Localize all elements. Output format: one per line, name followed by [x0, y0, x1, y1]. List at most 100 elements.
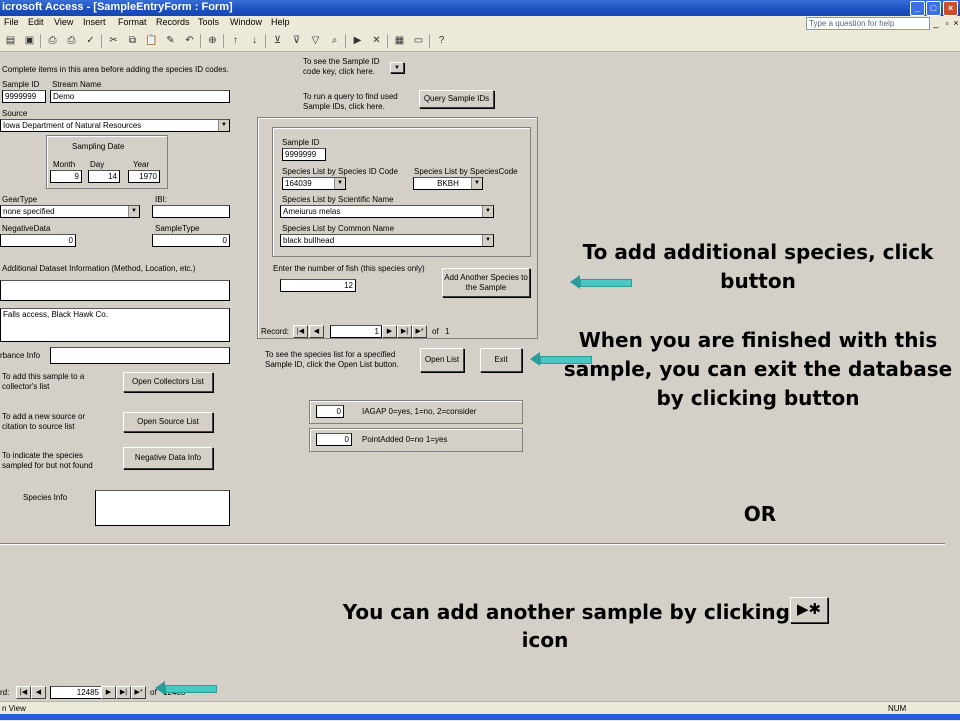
- year-field[interactable]: 1970: [128, 170, 160, 183]
- next-record-icon[interactable]: ▶: [382, 325, 397, 338]
- common-name-value: black bullhead: [283, 236, 335, 245]
- new-record-icon[interactable]: ▶: [351, 34, 364, 47]
- prev-record-icon[interactable]: ◀: [309, 325, 324, 338]
- menu-tools[interactable]: Tools: [198, 17, 219, 27]
- main-new-record-icon[interactable]: ▶*: [131, 686, 146, 699]
- minimize-icon[interactable]: _: [910, 1, 925, 16]
- month-field[interactable]: 9: [50, 170, 82, 183]
- toolbar: ▤ ▣ ⎙ ⎙ ✓ ✂ ⧉ 📋 ✎ ↶ ⊕ ↑ ↓ ⊻ ⊽ ▽ ⌕ ▶ ✕ ▦ ▭?: [0, 31, 960, 52]
- new-object-icon[interactable]: ▭: [412, 34, 425, 47]
- main-prev-record-icon[interactable]: ◀: [31, 686, 46, 699]
- dropdown-arrow-icon[interactable]: ▼: [482, 235, 493, 246]
- doc-close-icon[interactable]: ×: [951, 18, 960, 28]
- sort-descending-icon[interactable]: ↓: [248, 34, 261, 47]
- help-search-input[interactable]: Type a question for help: [806, 17, 930, 30]
- num-lock-indicator: NUM: [888, 704, 907, 713]
- query-sample-ids-button[interactable]: Query Sample IDs: [419, 90, 494, 108]
- dropdown-arrow-icon[interactable]: ▼: [482, 206, 493, 217]
- last-record-icon[interactable]: ▶|: [397, 325, 412, 338]
- sub-sample-id-field[interactable]: 9999999: [282, 148, 326, 161]
- menu-view[interactable]: View: [54, 17, 73, 27]
- gear-type-dropdown[interactable]: none specified ▼: [0, 205, 140, 218]
- menu-insert[interactable]: Insert: [83, 17, 106, 27]
- open-source-button[interactable]: Open Source List: [123, 412, 213, 432]
- filter-by-form-icon[interactable]: ⊽: [290, 34, 303, 47]
- location-field[interactable]: Falls access, Black Hawk Co.: [0, 308, 230, 342]
- close-icon[interactable]: ×: [943, 1, 958, 16]
- ibi-field[interactable]: [152, 205, 230, 218]
- add-sample-annotation: You can add another sample by clicking: [342, 600, 790, 624]
- format-painter-icon[interactable]: ✎: [164, 34, 177, 47]
- sub-sample-id-label: Sample ID: [282, 138, 320, 147]
- stream-name-field[interactable]: Demo: [50, 90, 230, 103]
- main-first-record-icon[interactable]: |◀: [16, 686, 31, 699]
- additional-info-field[interactable]: [0, 280, 230, 301]
- doc-minimize-icon[interactable]: _: [931, 18, 941, 28]
- sample-type-field[interactable]: 0: [152, 234, 230, 247]
- menu-format[interactable]: Format: [118, 17, 147, 27]
- copy-icon[interactable]: ⧉: [126, 34, 139, 47]
- menu-records[interactable]: Records: [156, 17, 190, 27]
- undo-icon[interactable]: ↶: [183, 34, 196, 47]
- apply-filter-icon[interactable]: ▽: [309, 34, 322, 47]
- exit-button[interactable]: Exit: [480, 348, 522, 372]
- toolbar-separator: [345, 34, 346, 48]
- paste-icon[interactable]: 📋: [145, 34, 158, 47]
- maximize-icon[interactable]: □: [926, 1, 941, 16]
- hyperlink-icon[interactable]: ⊕: [206, 34, 219, 47]
- menu-file[interactable]: File: [4, 17, 19, 27]
- sub-record-label: Record:: [261, 327, 290, 336]
- sort-ascending-icon[interactable]: ↑: [229, 34, 242, 47]
- menu-help[interactable]: Help: [271, 17, 290, 27]
- point-added-field[interactable]: 0: [316, 433, 352, 446]
- month-label: Month: [53, 160, 76, 169]
- first-record-icon[interactable]: |◀: [293, 325, 308, 338]
- iagap-field[interactable]: 0: [316, 405, 344, 418]
- day-field[interactable]: 14: [88, 170, 120, 183]
- database-window-icon[interactable]: ▦: [393, 34, 406, 47]
- toolbar-separator: [40, 34, 41, 48]
- source-dropdown[interactable]: Iowa Department of Natural Resources ▼: [0, 119, 230, 132]
- menu-window[interactable]: Window: [230, 17, 262, 27]
- filter-by-selection-icon[interactable]: ⊻: [271, 34, 284, 47]
- sample-key-dropdown[interactable]: ▼: [390, 62, 404, 73]
- fish-count-field[interactable]: 12: [280, 279, 356, 292]
- species-id-dropdown[interactable]: 164039 ▼: [282, 177, 346, 190]
- spelling-icon[interactable]: ✓: [84, 34, 97, 47]
- dropdown-arrow-icon[interactable]: ▼: [471, 178, 482, 189]
- main-next-record-icon[interactable]: ▶: [101, 686, 116, 699]
- sub-of-label: of: [432, 327, 439, 336]
- find-icon[interactable]: ⌕: [328, 34, 341, 47]
- print-preview-icon[interactable]: ⎙: [46, 34, 59, 47]
- open-list-button[interactable]: Open List: [420, 348, 464, 372]
- cut-icon[interactable]: ✂: [107, 34, 120, 47]
- negative-data-field[interactable]: 0: [0, 234, 76, 247]
- gear-type-label: GearType: [2, 195, 38, 204]
- menu-edit[interactable]: Edit: [28, 17, 44, 27]
- sample-id-field[interactable]: 9999999: [2, 90, 46, 103]
- add-species-button[interactable]: Add Another Species to the Sample: [442, 268, 530, 297]
- dropdown-arrow-icon[interactable]: ▼: [218, 120, 229, 131]
- help-icon[interactable]: ?: [435, 34, 448, 47]
- negative-data-button[interactable]: Negative Data Info: [123, 447, 213, 469]
- print-icon[interactable]: ⎙: [65, 34, 78, 47]
- open-collectors-button[interactable]: Open Collectors List: [123, 372, 213, 392]
- disturbance-field[interactable]: [50, 347, 230, 364]
- common-name-dropdown[interactable]: black bullhead ▼: [280, 234, 494, 247]
- save-icon[interactable]: ▣: [23, 34, 36, 47]
- view-icon[interactable]: ▤: [4, 34, 17, 47]
- delete-record-icon[interactable]: ✕: [370, 34, 383, 47]
- form-divider: [0, 543, 945, 545]
- scientific-name-dropdown[interactable]: Ameiurus melas ▼: [280, 205, 494, 218]
- new-record-icon[interactable]: ▶*: [412, 325, 427, 338]
- species-code-dropdown[interactable]: BKBH ▼: [413, 177, 483, 190]
- dropdown-arrow-icon[interactable]: ▼: [128, 206, 139, 217]
- dropdown-arrow-icon[interactable]: ▼: [334, 178, 345, 189]
- sample-key-text: To see the Sample ID code key, click her…: [303, 57, 380, 76]
- open-list-text: To see the species list for a specified …: [265, 350, 399, 369]
- species-info-field[interactable]: [95, 490, 230, 526]
- sub-record-number[interactable]: 1: [330, 325, 382, 338]
- main-record-number[interactable]: 12485: [50, 686, 102, 699]
- new-sample-arrow: [165, 685, 217, 693]
- main-last-record-icon[interactable]: ▶|: [116, 686, 131, 699]
